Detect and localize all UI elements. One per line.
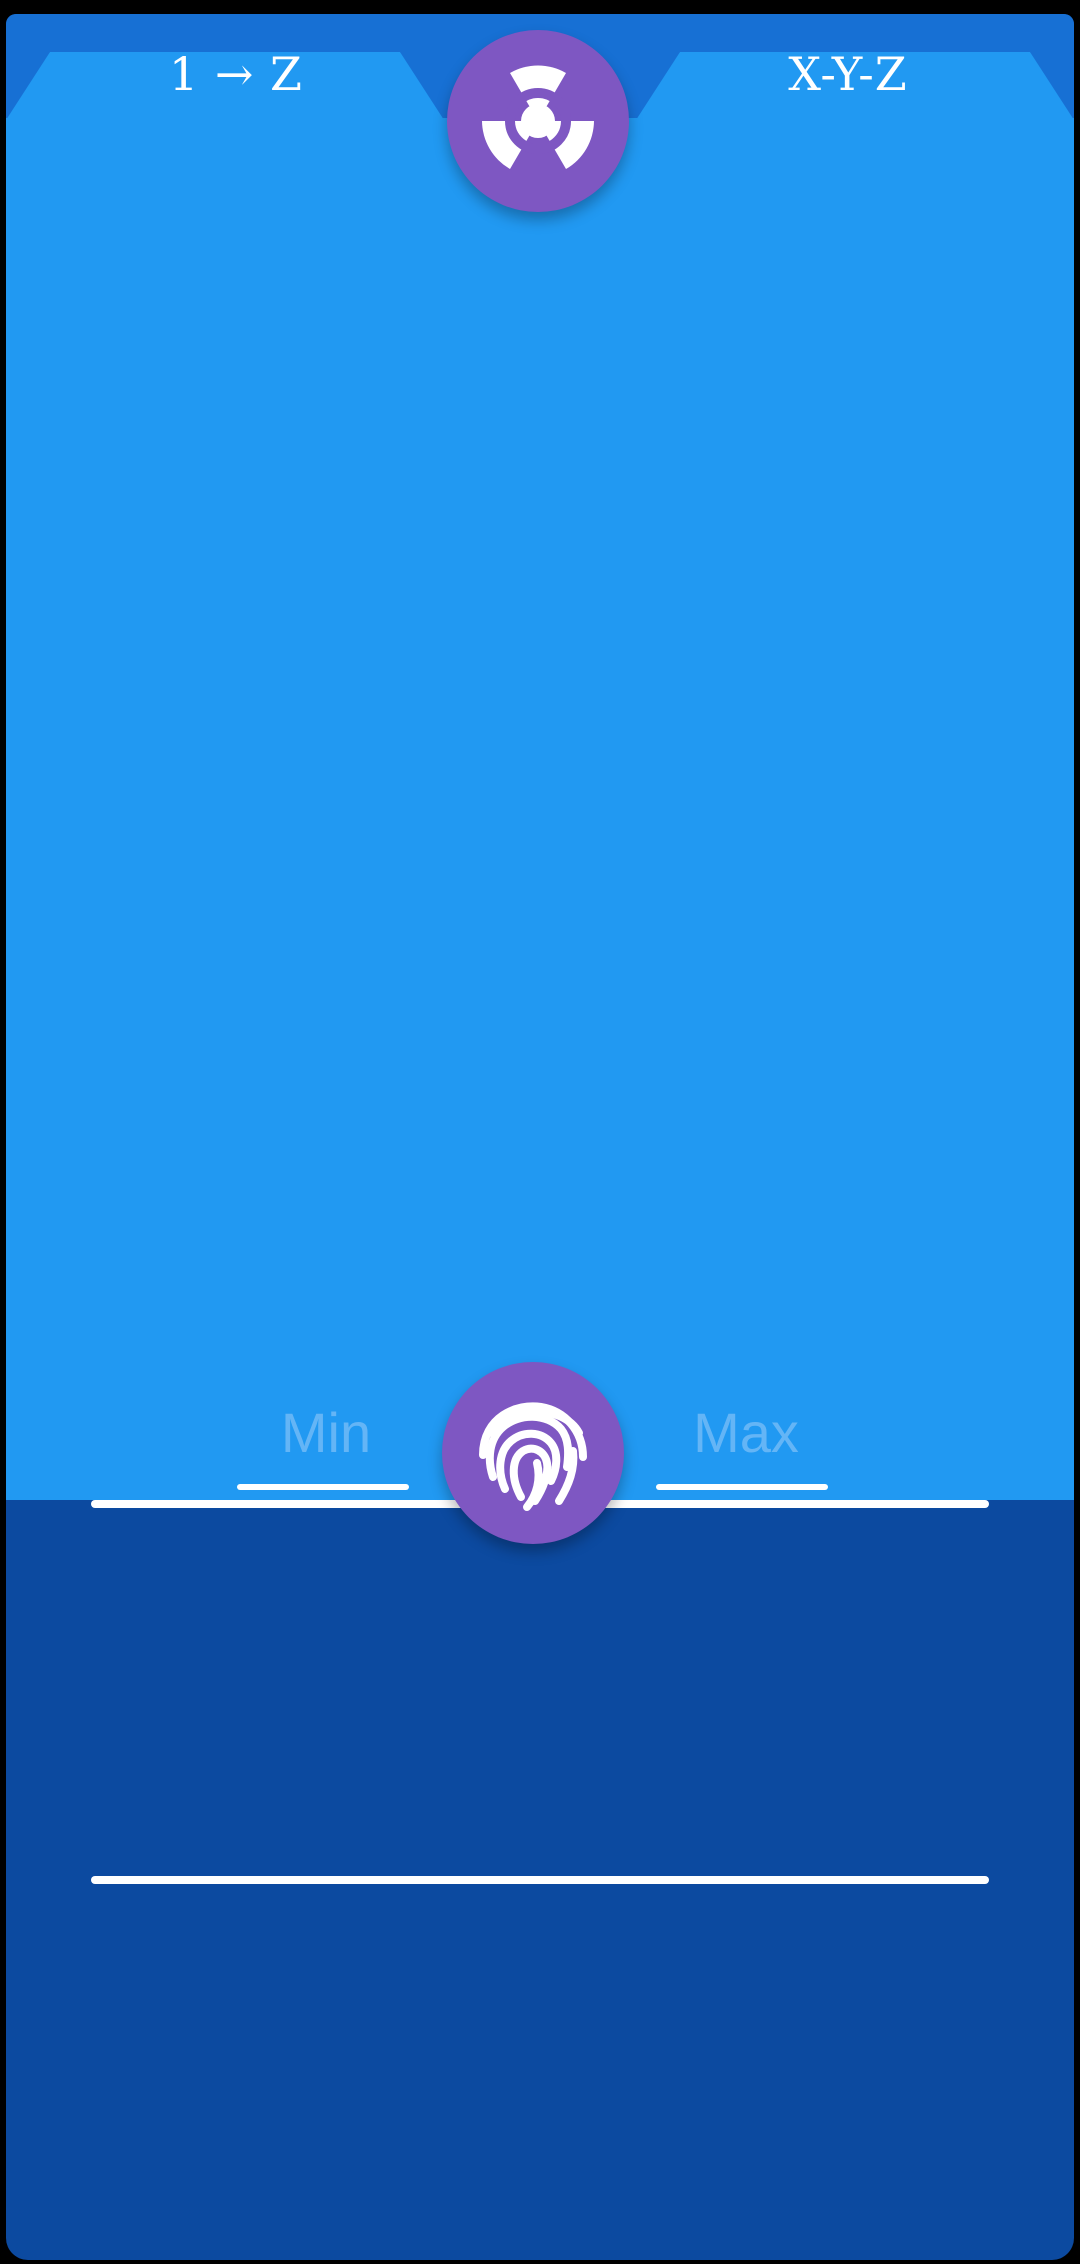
radioactive-button[interactable] xyxy=(447,30,629,212)
app-window: 1 → Z X-Y-Z Min Max xyxy=(6,14,1074,2260)
upper-panel xyxy=(6,118,1074,1500)
max-label: Max xyxy=(693,1401,799,1464)
tab-x-y-z-label: X-Y-Z xyxy=(788,47,908,101)
radioactive-icon xyxy=(482,65,594,169)
tab-1-to-z-label: 1 → Z xyxy=(168,47,303,101)
min-label: Min xyxy=(280,1401,372,1464)
fingerprint-button[interactable] xyxy=(442,1362,624,1544)
max-underline xyxy=(656,1484,828,1490)
bottom-divider-line xyxy=(91,1876,989,1884)
fingerprint-icon xyxy=(479,1402,587,1511)
min-underline xyxy=(237,1484,409,1490)
